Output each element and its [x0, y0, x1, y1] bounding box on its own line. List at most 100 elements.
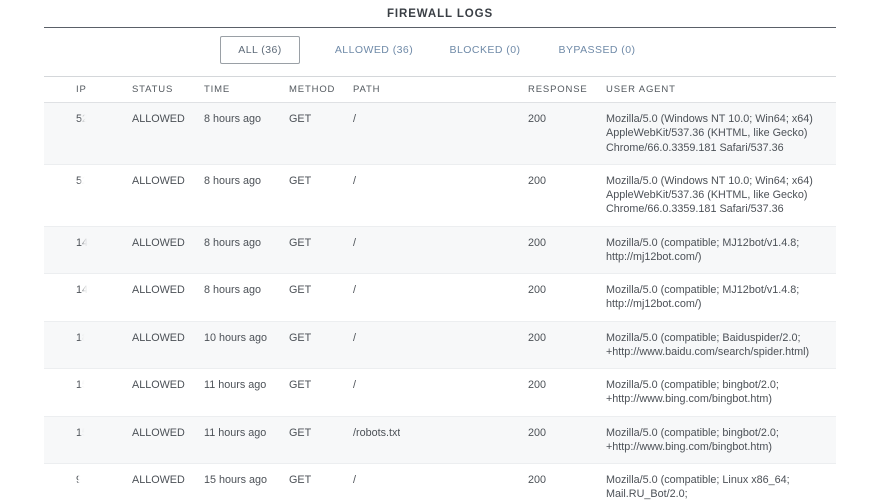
table-header-row: IP STATUS TIME METHOD PATH RESPONSE USER… — [44, 77, 836, 103]
cell-path: / — [353, 368, 528, 417]
cell-useragent: Mozilla/5.0 (Windows NT 10.0; Win64; x64… — [606, 102, 836, 165]
cell-method: GET — [289, 416, 353, 464]
cell-response: 200 — [528, 463, 606, 504]
logs-table-body: 52. ALLOWED 8 hours ago GET/200 Mozilla/5.0 … — [44, 102, 836, 504]
cell-response: 200 — [528, 164, 606, 227]
cell-useragent: Mozilla/5.0 (compatible; MJ12bot/v1.4.8;… — [606, 226, 836, 274]
cell-path-value: / — [353, 174, 356, 187]
cell-ip: 15 — [44, 416, 132, 464]
title-bar: FIREWALL LOGS — [0, 0, 880, 28]
cell-time: 8 hours ago — [204, 102, 289, 165]
column-header-path[interactable]: PATH — [353, 77, 528, 103]
column-header-method[interactable]: METHOD — [289, 77, 353, 103]
column-header-response[interactable]: RESPONSE — [528, 77, 606, 103]
cell-path: / — [353, 463, 528, 504]
table-row[interactable]: 18 ALLOWED 10 hours ago GET/ 200 Mozilla/5.0 … — [44, 321, 836, 369]
cell-response: 200 — [528, 416, 606, 464]
cell-path: / — [353, 321, 528, 369]
cell-ip: 52 — [44, 164, 132, 227]
tab-blocked[interactable]: BLOCKED (0) — [446, 36, 524, 64]
cell-response: 200 — [528, 226, 606, 274]
table-row[interactable]: 15 ALLOWED 11 hours ago GET/robots.txt 200 Mo… — [44, 416, 836, 464]
cell-ip-value: 15 — [76, 426, 89, 439]
cell-status: ALLOWED — [132, 416, 204, 464]
cell-useragent: Mozilla/5.0 (compatible; Linux x86_64; M… — [606, 463, 836, 504]
cell-status: ALLOWED — [132, 102, 204, 165]
cell-response: 200 — [528, 102, 606, 165]
cell-path: / — [353, 164, 528, 227]
cell-method: GET — [289, 368, 353, 417]
cell-useragent: Mozilla/5.0 (compatible; Baiduspider/2.0… — [606, 321, 836, 369]
tab-all[interactable]: ALL (36) — [220, 36, 300, 64]
cell-ip-value: 15 — [76, 379, 89, 391]
cell-status: ALLOWED — [132, 273, 204, 322]
cell-method: GET — [289, 321, 353, 369]
cell-method: GET — [289, 463, 353, 504]
cell-response: 200 — [528, 368, 606, 417]
cell-ip-value: 52. — [76, 113, 92, 125]
cell-ip: 9 — [44, 463, 132, 504]
cell-ip-value: 148 — [76, 236, 95, 249]
cell-path-value: / — [353, 331, 356, 344]
column-header-status[interactable]: STATUS — [132, 77, 204, 103]
cell-time: 10 hours ago — [204, 321, 289, 369]
cell-useragent: Mozilla/5.0 (Windows NT 10.0; Win64; x64… — [606, 164, 836, 227]
cell-path-value: / — [353, 284, 356, 296]
cell-time: 15 hours ago — [204, 463, 289, 504]
cell-response: 200 — [528, 273, 606, 322]
logs-table-head: IP STATUS TIME METHOD PATH RESPONSE USER… — [44, 77, 836, 103]
cell-status: ALLOWED — [132, 368, 204, 417]
firewall-logs-page: FIREWALL LOGS ALL (36) ALLOWED (36) BLOC… — [0, 0, 880, 504]
cell-ip: 148 — [44, 226, 132, 274]
cell-path: /robots.txt — [353, 416, 528, 464]
cell-path-value: / — [353, 474, 356, 486]
column-header-time[interactable]: TIME — [204, 77, 289, 103]
cell-ip: 52. — [44, 102, 132, 165]
table-row[interactable]: 148 ALLOWED 8 hours ago GET/ 200 Mozilla/5.0 … — [44, 273, 836, 322]
tab-allowed[interactable]: ALLOWED (36) — [330, 36, 418, 64]
table-row[interactable]: 52. ALLOWED 8 hours ago GET/ 200 Mozilla/5.0 … — [44, 102, 836, 165]
cell-ip: 18 — [44, 321, 132, 369]
logs-table: IP STATUS TIME METHOD PATH RESPONSE USER… — [44, 77, 836, 504]
cell-useragent: Mozilla/5.0 (compatible; bingbot/2.0; +h… — [606, 368, 836, 417]
page-title: FIREWALL LOGS — [386, 8, 494, 20]
cell-method: GET — [289, 273, 353, 322]
table-row[interactable]: 52 ALLOWED 8 hours ago GET/ 200 Mozilla/5.0 (… — [44, 164, 836, 227]
cell-time: 8 hours ago — [204, 226, 289, 274]
cell-method: GET — [289, 164, 353, 227]
cell-status: ALLOWED — [132, 164, 204, 227]
cell-path: / — [353, 273, 528, 322]
cell-ip-value: 52 — [76, 174, 89, 187]
cell-useragent: Mozilla/5.0 (compatible; MJ12bot/v1.4.8;… — [606, 273, 836, 322]
cell-path-value: /robots.txt — [353, 426, 401, 439]
cell-path: / — [353, 102, 528, 165]
table-row[interactable]: 148 ALLOWED 8 hours ago GET/ 200 Mozilla/5.0 … — [44, 226, 836, 274]
cell-path-value: / — [353, 113, 356, 125]
table-row[interactable]: 9 ALLOWED 15 hours ago GET/ 200 Mozilla/5.0 (… — [44, 463, 836, 504]
cell-ip-value: 148 — [76, 284, 95, 296]
tab-bypassed[interactable]: BYPASSED (0) — [552, 36, 642, 64]
logs-table-container: IP STATUS TIME METHOD PATH RESPONSE USER… — [44, 77, 836, 504]
filter-tabs: ALL (36) ALLOWED (36) BLOCKED (0) BYPASS… — [44, 34, 836, 66]
cell-method: GET — [289, 102, 353, 165]
cell-ip-value: 18 — [76, 331, 89, 344]
cell-path: / — [353, 226, 528, 274]
table-row[interactable]: 15 ALLOWED 11 hours ago GET/ 200 Mozilla/5.0 … — [44, 368, 836, 417]
cell-time: 11 hours ago — [204, 416, 289, 464]
cell-useragent: Mozilla/5.0 (compatible; bingbot/2.0; +h… — [606, 416, 836, 464]
cell-ip-value: 9 — [76, 474, 83, 486]
cell-response: 200 — [528, 321, 606, 369]
cell-ip: 15 — [44, 368, 132, 417]
cell-status: ALLOWED — [132, 226, 204, 274]
header-divider — [44, 27, 836, 28]
cell-status: ALLOWED — [132, 321, 204, 369]
cell-time: 8 hours ago — [204, 273, 289, 322]
cell-time: 11 hours ago — [204, 368, 289, 417]
cell-time: 8 hours ago — [204, 164, 289, 227]
column-header-useragent[interactable]: USER AGENT — [606, 77, 836, 103]
cell-method: GET — [289, 226, 353, 274]
cell-ip: 148 — [44, 273, 132, 322]
column-header-ip[interactable]: IP — [44, 77, 132, 103]
cell-path-value: / — [353, 236, 356, 249]
cell-status: ALLOWED — [132, 463, 204, 504]
